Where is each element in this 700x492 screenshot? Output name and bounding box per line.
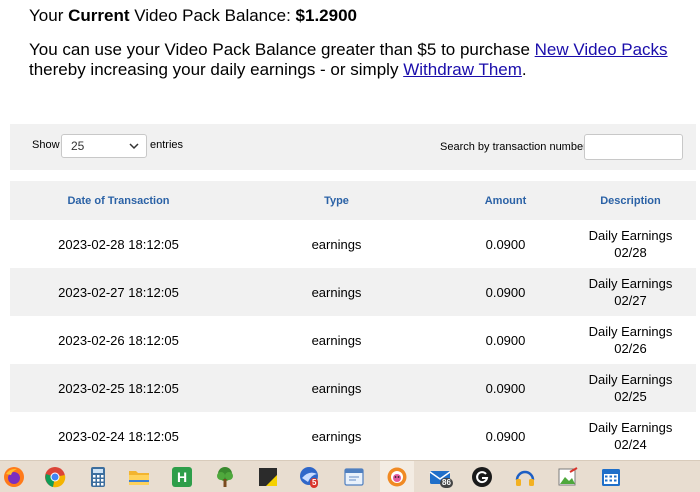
balance-amount: $1.2900 <box>295 6 357 25</box>
cell-description: Daily Earnings 02/27 <box>565 268 696 316</box>
cell-date: 2023-02-25 18:12:05 <box>10 364 227 412</box>
column-header-type[interactable]: Type <box>227 181 446 220</box>
browser-profile-icon[interactable] <box>386 466 408 488</box>
cell-amount: 0.0900 <box>446 316 565 364</box>
calculator-icon[interactable] <box>87 466 109 488</box>
search-label: Search by transaction number: <box>440 141 590 153</box>
cell-description: Daily Earnings 02/26 <box>565 316 696 364</box>
table-row: 2023-02-25 18:12:05 earnings 0.0900 Dail… <box>10 364 696 412</box>
column-header-date[interactable]: Date of Transaction <box>10 181 227 220</box>
desc-line-1: Daily Earnings <box>588 324 673 339</box>
info-text-1: You can use your Video Pack Balance grea… <box>29 40 530 59</box>
cell-amount: 0.0900 <box>446 364 565 412</box>
cell-type: earnings <box>227 316 446 364</box>
table-row: 2023-02-27 18:12:05 earnings 0.0900 Dail… <box>10 268 696 316</box>
window-app-icon[interactable] <box>343 466 365 488</box>
info-text-2: thereby increasing your daily earnings -… <box>29 60 399 79</box>
tree-app-icon[interactable] <box>214 466 236 488</box>
chevron-down-icon <box>128 140 140 152</box>
search-input[interactable] <box>584 134 683 160</box>
h-app-icon[interactable]: H <box>171 466 193 488</box>
table-row: 2023-02-24 18:12:05 earnings 0.0900 Dail… <box>10 412 696 460</box>
cell-type: earnings <box>227 220 446 268</box>
entries-label: entries <box>150 139 184 151</box>
desc-line-2: 02/24 <box>614 437 647 452</box>
headphones-app-icon[interactable] <box>514 466 536 488</box>
withdraw-link[interactable]: Withdraw Them <box>403 60 522 79</box>
transactions-table: Date of Transaction Type Amount Descript… <box>10 181 696 460</box>
firefox-icon[interactable] <box>3 466 25 488</box>
file-explorer-icon[interactable] <box>128 466 150 488</box>
desc-line-1: Daily Earnings <box>588 420 673 435</box>
cell-type: earnings <box>227 364 446 412</box>
cell-amount: 0.0900 <box>446 412 565 460</box>
cell-date: 2023-02-27 18:12:05 <box>10 268 227 316</box>
column-header-amount[interactable]: Amount <box>446 181 565 220</box>
svg-text:H: H <box>177 469 187 485</box>
desc-line-2: 02/27 <box>614 293 647 308</box>
desc-line-1: Daily Earnings <box>588 276 673 291</box>
balance-label: Video Pack Balance: <box>134 6 291 25</box>
cell-description: Daily Earnings 02/25 <box>565 364 696 412</box>
balance-line: Your Current Video Pack Balance: $1.2900 <box>29 5 357 27</box>
mail-client-icon[interactable]: 5 <box>299 466 321 488</box>
table-controls: Show 25 entries Search by transaction nu… <box>10 124 696 170</box>
mail-icon[interactable]: 86 <box>429 466 453 488</box>
chrome-icon[interactable] <box>44 466 66 488</box>
cell-type: earnings <box>227 412 446 460</box>
desc-line-2: 02/25 <box>614 389 647 404</box>
calendar-icon[interactable] <box>600 466 622 488</box>
cell-description: Daily Earnings 02/24 <box>565 412 696 460</box>
show-label: Show <box>32 139 60 151</box>
cell-description: Daily Earnings 02/28 <box>565 220 696 268</box>
table-row: 2023-02-26 18:12:05 earnings 0.0900 Dail… <box>10 316 696 364</box>
cell-type: earnings <box>227 268 446 316</box>
table-row: 2023-02-28 18:12:05 earnings 0.0900 Dail… <box>10 220 696 268</box>
sticky-notes-icon[interactable] <box>257 466 279 488</box>
table-header-row: Date of Transaction Type Amount Descript… <box>10 181 696 220</box>
desc-line-1: Daily Earnings <box>588 228 673 243</box>
cell-date: 2023-02-28 18:12:05 <box>10 220 227 268</box>
cell-date: 2023-02-26 18:12:05 <box>10 316 227 364</box>
new-video-packs-link[interactable]: New Video Packs <box>535 40 668 59</box>
taskbar: H 5 86 <box>0 460 700 492</box>
desc-line-1: Daily Earnings <box>588 372 673 387</box>
image-editor-icon[interactable] <box>557 466 579 488</box>
mail-badge: 86 <box>440 478 453 488</box>
info-text-3: . <box>521 60 527 79</box>
entries-value: 25 <box>71 139 85 153</box>
balance-bold-word: Current <box>68 6 130 25</box>
balance-prefix: Your <box>29 6 64 25</box>
desc-line-2: 02/26 <box>614 341 647 356</box>
desc-line-2: 02/28 <box>614 245 647 260</box>
entries-select[interactable]: 25 <box>61 134 147 158</box>
g-app-icon[interactable] <box>471 466 493 488</box>
info-paragraph: You can use your Video Pack Balance grea… <box>29 40 694 80</box>
cell-amount: 0.0900 <box>446 268 565 316</box>
cell-date: 2023-02-24 18:12:05 <box>10 412 227 460</box>
column-header-description[interactable]: Description <box>565 181 696 220</box>
cell-amount: 0.0900 <box>446 220 565 268</box>
page: Your Current Video Pack Balance: $1.2900… <box>0 0 700 492</box>
